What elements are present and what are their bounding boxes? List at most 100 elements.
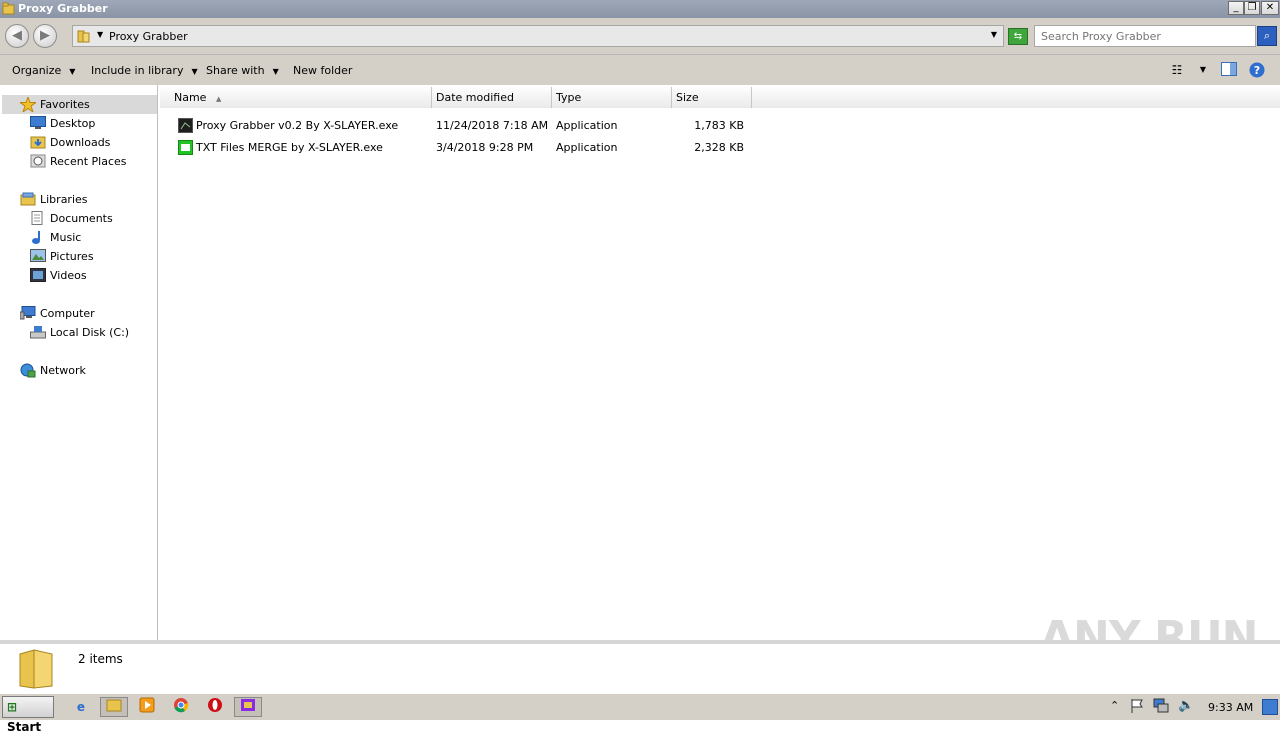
nav-videos[interactable]: Videos <box>30 266 87 285</box>
show-hidden-icons-icon[interactable]: ⌃ <box>1110 699 1119 712</box>
file-type: Application <box>556 119 618 132</box>
forward-button[interactable]: ▶ <box>33 24 57 48</box>
pictures-icon <box>30 249 46 263</box>
file-row[interactable]: TXT Files MERGE by X-SLAYER.exe 3/4/2018… <box>160 137 760 159</box>
address-row: ◀ ▶ ▼ Proxy Grabber ▼ ⇆ ⌕ <box>0 18 1280 55</box>
column-size[interactable]: Size <box>672 87 752 108</box>
action-center-flag-icon[interactable] <box>1130 698 1144 717</box>
help-icon[interactable]: ? <box>1248 62 1266 78</box>
file-type: Application <box>556 141 618 154</box>
command-bar: Organize ▼ Include in library ▼ Share with… <box>0 55 1280 85</box>
nav-recent-places[interactable]: Recent Places <box>30 152 127 171</box>
nav-computer-label: Computer <box>40 307 95 320</box>
minimize-button[interactable]: _ <box>1228 1 1244 15</box>
organize-button[interactable]: Organize ▼ <box>12 64 75 77</box>
restore-button[interactable]: ❐ <box>1244 1 1260 15</box>
folder-icon <box>18 648 54 693</box>
address-dropdown-icon[interactable]: ▼ <box>991 30 997 39</box>
opera-icon[interactable] <box>204 697 226 717</box>
star-icon <box>18 95 38 114</box>
windows-logo-icon: ⊞ <box>7 700 18 714</box>
navigation-pane: Favorites Desktop Downloads Recent Place… <box>0 85 158 640</box>
file-list: Proxy Grabber v0.2 By X-SLAYER.exe 11/24… <box>160 108 1280 640</box>
share-with-button[interactable]: Share with ▼ <box>206 64 279 77</box>
nav-computer[interactable]: Computer <box>19 304 95 323</box>
app-taskbar-icon[interactable] <box>234 697 262 717</box>
file-row[interactable]: Proxy Grabber v0.2 By X-SLAYER.exe 11/24… <box>160 115 760 137</box>
column-name-label: Name <box>174 91 207 104</box>
share-label: Share with <box>206 64 265 77</box>
file-name[interactable]: Proxy Grabber v0.2 By X-SLAYER.exe <box>196 115 398 137</box>
column-date-modified[interactable]: Date modified <box>432 87 552 108</box>
details-pane: 2 items <box>0 640 1280 692</box>
nav-pictures[interactable]: Pictures <box>30 247 94 266</box>
music-icon <box>30 230 46 244</box>
volume-icon[interactable]: 🔈 <box>1178 698 1194 713</box>
computer-icon <box>19 306 36 320</box>
column-name[interactable]: Name ▲ <box>170 87 432 108</box>
start-button[interactable]: ⊞ Start <box>2 696 54 734</box>
nav-libraries[interactable]: Libraries <box>20 190 88 209</box>
nav-local-disk[interactable]: Local Disk (C:) <box>30 323 130 342</box>
file-name[interactable]: TXT Files MERGE by X-SLAYER.exe <box>196 137 383 159</box>
media-player-icon[interactable] <box>136 697 158 717</box>
nav-videos-label: Videos <box>50 269 87 282</box>
nav-documents-label: Documents <box>50 212 113 225</box>
file-date: 11/24/2018 7:18 AM <box>436 119 549 132</box>
breadcrumb-path[interactable]: Proxy Grabber <box>109 30 188 43</box>
recent-places-icon <box>30 154 46 168</box>
nav-favorites-label: Favorites <box>40 98 90 111</box>
network-status-icon[interactable] <box>1153 698 1169 717</box>
title-bar: Proxy Grabber _ ❐ ✕ <box>0 0 1280 18</box>
search-input[interactable] <box>1039 29 1243 44</box>
organize-label: Organize <box>12 64 62 77</box>
file-date: 3/4/2018 9:28 PM <box>436 141 534 154</box>
file-size: 2,328 KB <box>694 141 744 154</box>
application-icon <box>178 140 193 158</box>
include-in-library-button[interactable]: Include in library ▼ <box>91 64 198 77</box>
new-folder-button[interactable]: New folder <box>293 64 352 77</box>
nav-network[interactable]: Network <box>20 361 86 380</box>
search-box[interactable] <box>1034 25 1256 47</box>
internet-explorer-icon[interactable]: e <box>70 697 92 717</box>
explorer-taskbar-icon[interactable] <box>100 697 128 717</box>
address-bar[interactable]: ▼ Proxy Grabber ▼ <box>72 25 1004 47</box>
nav-network-label: Network <box>40 364 86 377</box>
documents-icon <box>30 211 46 225</box>
change-view-icon[interactable]: ☷ <box>1168 62 1186 78</box>
libraries-icon <box>20 192 36 206</box>
file-size: 1,783 KB <box>694 119 744 132</box>
nav-documents[interactable]: Documents <box>31 209 113 228</box>
nav-libraries-label: Libraries <box>40 193 88 206</box>
application-icon <box>178 118 193 136</box>
breadcrumb-arrow-icon[interactable]: ▼ <box>97 30 103 39</box>
svg-text:?: ? <box>1254 64 1260 77</box>
clock[interactable]: 9:33 AM <box>1208 701 1253 714</box>
close-button[interactable]: ✕ <box>1261 1 1279 15</box>
start-label: Start <box>7 720 42 734</box>
nav-music[interactable]: Music <box>32 228 82 247</box>
folder-icon <box>77 29 91 46</box>
nav-music-label: Music <box>50 231 82 244</box>
sort-ascending-icon: ▲ <box>215 95 222 103</box>
taskbar: ⊞ Start e ⌃ 🔈 9:33 AM <box>0 693 1280 734</box>
column-type[interactable]: Type <box>552 87 672 108</box>
view-dropdown-icon[interactable]: ▼ <box>1194 62 1212 78</box>
nav-local-disk-label: Local Disk (C:) <box>50 326 130 339</box>
nav-desktop[interactable]: Desktop <box>30 114 95 133</box>
nav-recent-label: Recent Places <box>50 155 127 168</box>
back-button[interactable]: ◀ <box>5 24 29 48</box>
nav-downloads[interactable]: Downloads <box>30 133 110 152</box>
item-count: 2 items <box>78 652 123 666</box>
videos-icon <box>30 268 46 282</box>
show-desktop-icon[interactable] <box>1262 699 1278 715</box>
nav-pictures-label: Pictures <box>50 250 94 263</box>
local-disk-icon <box>30 325 46 339</box>
refresh-icon[interactable]: ⇆ <box>1008 28 1028 45</box>
column-header: Name ▲ Date modified Type Size <box>160 87 1280 109</box>
nav-favorites[interactable]: Favorites <box>18 95 90 114</box>
folder-icon <box>2 2 15 15</box>
chrome-icon[interactable] <box>170 697 192 717</box>
preview-pane-icon[interactable] <box>1220 62 1238 78</box>
search-icon[interactable]: ⌕ <box>1257 26 1277 46</box>
